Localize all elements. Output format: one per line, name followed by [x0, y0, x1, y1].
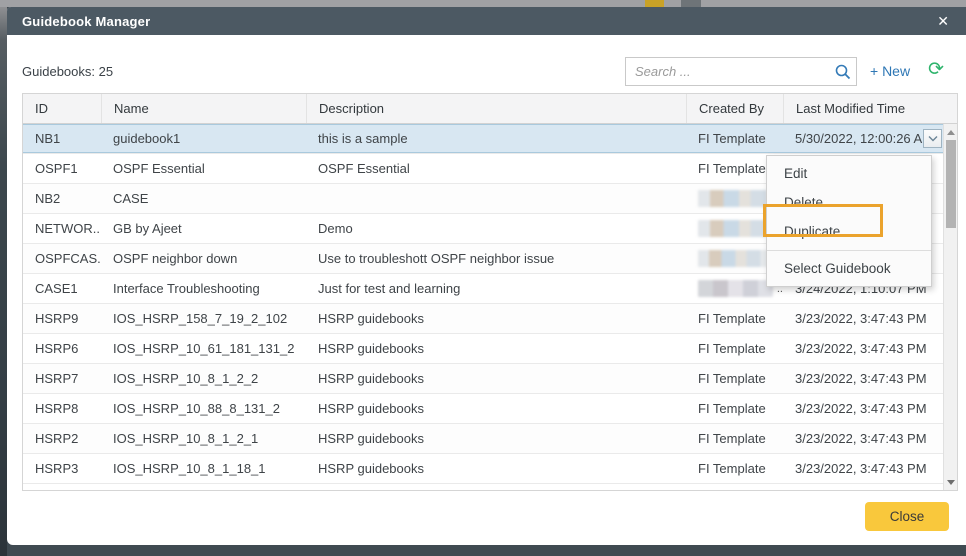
- menu-item-delete[interactable]: Delete: [767, 188, 931, 217]
- censored-name-blur: [698, 250, 776, 267]
- cell-last-modified: 3/23/2022, 3:47:43 PM: [795, 401, 927, 416]
- column-header-name: Name: [101, 94, 306, 123]
- background-page-left: [0, 7, 7, 556]
- cell-last-modified: 3/23/2022, 3:47:43 PM: [795, 431, 927, 446]
- table-row[interactable]: HSRP7 IOS_HSRP_10_8_1_2_2 HSRP guidebooks F…: [23, 364, 957, 394]
- guidebook-table: ID Name Description Created By Last Modified…: [22, 93, 958, 491]
- table-row[interactable]: HSRP3 IOS_HSRP_10_8_1_18_1 HSRP guidebooks…: [23, 454, 957, 484]
- row-context-menu: Edit Delete Duplicate Select Guidebook: [766, 155, 932, 287]
- row-actions-dropdown-button[interactable]: [923, 129, 942, 148]
- column-header-created-by: Created By: [686, 94, 783, 123]
- cell-id: HSRP3: [35, 461, 79, 476]
- cell-id: OSPF1: [35, 161, 78, 176]
- guidebook-count-label: Guidebooks: 25: [22, 64, 114, 79]
- background-gray-fragment: [681, 0, 701, 7]
- cell-description: HSRP guidebooks: [318, 311, 424, 326]
- menu-item-edit[interactable]: Edit: [767, 159, 931, 188]
- cell-description: HSRP guidebooks: [318, 341, 424, 356]
- table-row[interactable]: NB1 guidebook1 this is a sample FI Template…: [23, 124, 957, 154]
- search-box: [625, 57, 857, 86]
- column-header-id: ID: [35, 101, 48, 116]
- cell-id: NETWOR...: [35, 221, 101, 236]
- cell-created-by: FI Template: [698, 431, 766, 446]
- vertical-scrollbar[interactable]: [943, 124, 957, 490]
- cell-created-by: FI Template: [698, 131, 766, 146]
- cell-description: HSRP guidebooks: [318, 431, 424, 446]
- cell-name: IOS_HSRP_10_88_8_131_2: [113, 401, 280, 416]
- cell-description: HSRP guidebooks: [318, 371, 424, 386]
- table-row[interactable]: HSRP2 IOS_HSRP_10_8_1_2_1 HSRP guidebooks F…: [23, 424, 957, 454]
- cell-created-by: FI Template: [698, 371, 766, 386]
- cell-name: guidebook1: [113, 131, 181, 146]
- search-input[interactable]: [626, 64, 830, 79]
- column-header-last-modified-time: Last Modified Time: [783, 94, 945, 123]
- cell-id: OSPFCAS...: [35, 251, 101, 266]
- cell-description: HSRP guidebooks: [318, 461, 424, 476]
- cell-created-by: FI Template: [698, 341, 766, 356]
- cell-description: Use to troubleshott OSPF neighbor issue: [318, 251, 555, 266]
- cell-description: this is a sample: [318, 131, 408, 146]
- censored-name-blur: [698, 280, 773, 297]
- cell-name: IOS_HSRP_10_8_1_2_2: [113, 371, 259, 386]
- table-row[interactable]: HSRP8 IOS_HSRP_10_88_8_131_2 HSRP guideboo…: [23, 394, 957, 424]
- cell-name: GB by Ajeet: [113, 221, 182, 236]
- close-button[interactable]: Close: [865, 502, 949, 531]
- menu-item-select-guidebook[interactable]: Select Guidebook: [767, 250, 931, 283]
- cell-last-modified: 3/23/2022, 3:47:43 PM: [795, 341, 927, 356]
- background-page-top: [0, 0, 966, 7]
- cell-name: OSPF Essential: [113, 161, 205, 176]
- table-row[interactable]: HSRP6 IOS_HSRP_10_61_181_131_2 HSRP guideb…: [23, 334, 957, 364]
- new-guidebook-button[interactable]: + New: [870, 63, 910, 79]
- dialog-titlebar: Guidebook Manager ✕: [7, 7, 966, 35]
- cell-name: IOS_HSRP_10_61_181_131_2: [113, 341, 295, 356]
- cell-description: HSRP guidebooks: [318, 401, 424, 416]
- cell-id: HSRP6: [35, 341, 79, 356]
- cell-created-by: FI Template: [698, 401, 766, 416]
- cell-description: Just for test and learning: [318, 281, 461, 296]
- cell-name: IOS_HSRP_158_7_19_2_102: [113, 311, 288, 326]
- guidebook-manager-dialog: Guidebook Manager ✕ Guidebooks: 25 + New…: [7, 7, 966, 545]
- cell-id: NB2: [35, 191, 61, 206]
- background-yellow-fragment: [645, 0, 664, 7]
- scrollbar-thumb[interactable]: [946, 140, 956, 228]
- cell-name: Interface Troubleshooting: [113, 281, 260, 296]
- cell-id: HSRP2: [35, 431, 79, 446]
- cell-id: NB1: [35, 131, 61, 146]
- dialog-title: Guidebook Manager: [22, 13, 151, 29]
- table-row[interactable]: HSRP9 IOS_HSRP_158_7_19_2_102 HSRP guidebo…: [23, 304, 957, 334]
- cell-name: IOS_HSRP_10_8_1_18_1: [113, 461, 266, 476]
- cell-last-modified: 3/23/2022, 3:47:43 PM: [795, 461, 927, 476]
- cell-id: HSRP8: [35, 401, 79, 416]
- scroll-down-arrow-icon[interactable]: [944, 475, 957, 489]
- cell-id: HSRP7: [35, 371, 79, 386]
- search-icon[interactable]: [830, 63, 856, 81]
- scroll-up-arrow-icon[interactable]: [944, 125, 957, 139]
- column-header-description: Description: [306, 94, 686, 123]
- cell-id: CASE1: [35, 281, 78, 296]
- cell-name: OSPF neighbor down: [113, 251, 238, 266]
- cell-created-by: FI Template: [698, 461, 766, 476]
- cell-id: HSRP9: [35, 311, 79, 326]
- cell-last-modified: 5/30/2022, 12:00:26 A: [783, 124, 945, 153]
- cell-description: OSPF Essential: [318, 161, 410, 176]
- cell-last-modified: 3/23/2022, 3:47:43 PM: [795, 311, 927, 326]
- refresh-icon[interactable]: ⟳: [928, 60, 944, 79]
- cell-created-by: FI Template: [698, 311, 766, 326]
- chevron-down-icon: [928, 136, 937, 142]
- cell-description: [306, 184, 686, 213]
- cell-description: Demo: [318, 221, 353, 236]
- cell-last-modified: 3/23/2022, 3:47:43 PM: [795, 371, 927, 386]
- cell-name: IOS_HSRP_10_8_1_2_1: [113, 431, 259, 446]
- cell-name: CASE: [113, 191, 149, 206]
- menu-item-duplicate[interactable]: Duplicate: [767, 217, 931, 246]
- table-header: ID Name Description Created By Last Modified…: [23, 94, 957, 124]
- close-icon[interactable]: ✕: [937, 14, 949, 28]
